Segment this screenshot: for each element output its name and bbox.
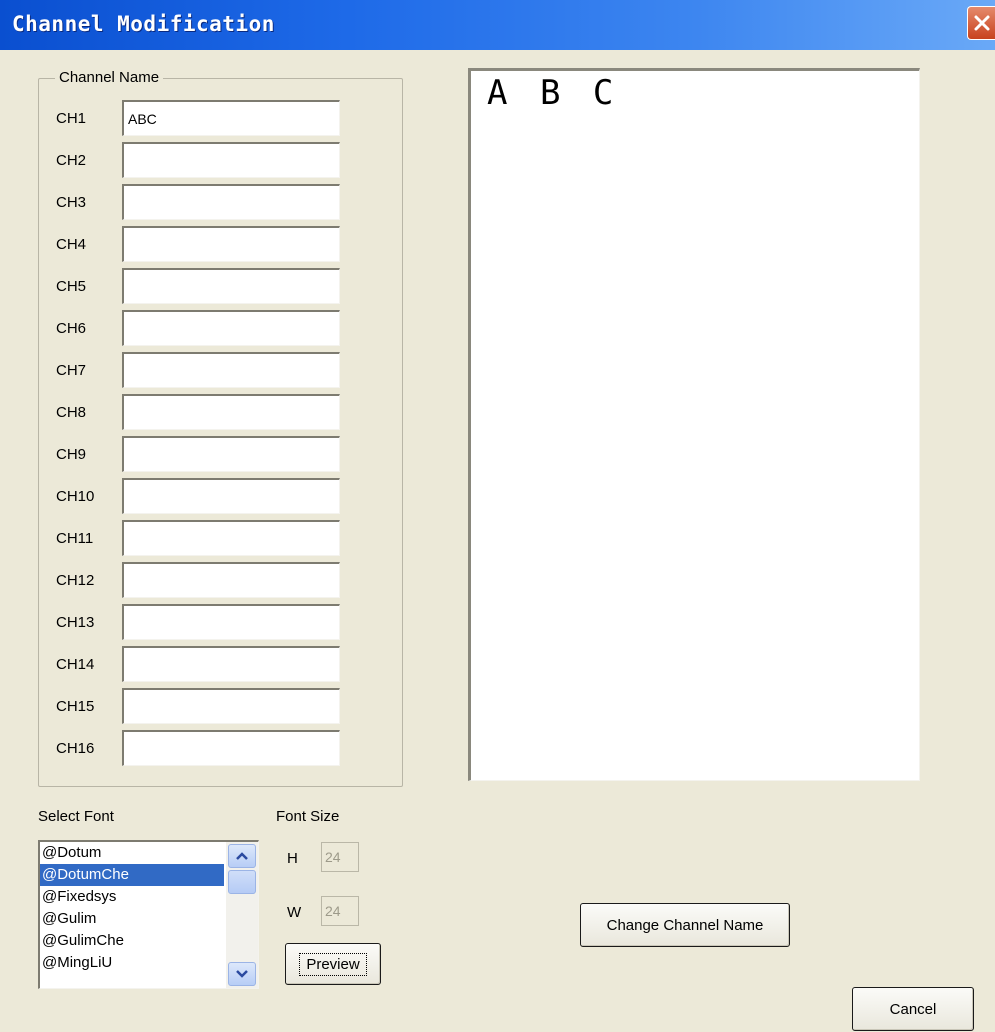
channel-label: CH1 xyxy=(56,110,87,127)
channel-10-input[interactable] xyxy=(122,478,340,514)
preview-button[interactable]: Preview xyxy=(285,943,381,985)
select-font-label: Select Font xyxy=(38,808,114,825)
preview-button-label: Preview xyxy=(299,952,367,976)
channel-label: CH14 xyxy=(56,656,95,673)
chevron-down-icon xyxy=(236,970,248,978)
window-title: Channel Modification xyxy=(12,12,275,36)
channel-5-input[interactable] xyxy=(122,268,340,304)
close-icon xyxy=(974,15,989,31)
channel-label: CH13 xyxy=(56,614,95,631)
channel-label: CH3 xyxy=(56,194,87,211)
channel-label: CH10 xyxy=(56,488,95,505)
font-list-item-selected[interactable]: @DotumChe xyxy=(40,864,224,886)
channel-14-input[interactable] xyxy=(122,646,340,682)
channel-label: CH5 xyxy=(56,278,87,295)
font-list-item[interactable]: @GulimChe xyxy=(40,930,224,952)
channel-2-input[interactable] xyxy=(122,142,340,178)
channel-11-input[interactable] xyxy=(122,520,340,556)
font-size-label: Font Size xyxy=(276,808,340,825)
change-channel-name-label: Change Channel Name xyxy=(606,916,764,934)
scroll-up-button[interactable] xyxy=(228,844,256,868)
channel-6-input[interactable] xyxy=(122,310,340,346)
width-label: W xyxy=(287,904,302,921)
chevron-up-icon xyxy=(236,852,248,860)
channel-15-input[interactable] xyxy=(122,688,340,724)
title-bar: Channel Modification xyxy=(0,0,995,50)
change-channel-name-button[interactable]: Change Channel Name xyxy=(580,903,790,947)
font-list-item[interactable]: @Dotum xyxy=(40,842,224,864)
channel-4-input[interactable] xyxy=(122,226,340,262)
preview-text: A B C xyxy=(487,73,620,113)
channel-name-legend: Channel Name xyxy=(55,69,164,86)
font-preview-panel: A B C xyxy=(468,68,920,781)
channel-label: CH7 xyxy=(56,362,87,379)
channel-8-input[interactable] xyxy=(122,394,340,430)
scroll-thumb[interactable] xyxy=(228,870,256,894)
close-button[interactable] xyxy=(967,6,995,40)
channel-3-input[interactable] xyxy=(122,184,340,220)
channel-13-input[interactable] xyxy=(122,604,340,640)
channel-label: CH2 xyxy=(56,152,87,169)
font-list-item[interactable]: @Fixedsys xyxy=(40,886,224,908)
font-height-input[interactable]: 24 xyxy=(321,842,359,872)
font-list-scrollbar[interactable] xyxy=(226,842,258,988)
channel-7-input[interactable] xyxy=(122,352,340,388)
font-listbox[interactable]: @Dotum @DotumChe @Fixedsys @Gulim @Gulim… xyxy=(38,840,259,989)
channel-label: CH8 xyxy=(56,404,87,421)
cancel-button-label: Cancel xyxy=(889,1000,937,1018)
channel-label: CH12 xyxy=(56,572,95,589)
scroll-down-button[interactable] xyxy=(228,962,256,986)
channel-9-input[interactable] xyxy=(122,436,340,472)
channel-12-input[interactable] xyxy=(122,562,340,598)
font-list-item[interactable]: @MingLiU xyxy=(40,952,224,974)
channel-label: CH9 xyxy=(56,446,87,463)
channel-16-input[interactable] xyxy=(122,730,340,766)
channel-label: CH4 xyxy=(56,236,87,253)
cancel-button[interactable]: Cancel xyxy=(852,987,974,1031)
font-list-item[interactable]: @Gulim xyxy=(40,908,224,930)
channel-1-input[interactable]: ABC xyxy=(122,100,340,136)
height-label: H xyxy=(287,850,298,867)
channel-label: CH16 xyxy=(56,740,95,757)
channel-label: CH15 xyxy=(56,698,95,715)
font-width-input[interactable]: 24 xyxy=(321,896,359,926)
channel-label: CH6 xyxy=(56,320,87,337)
channel-label: CH11 xyxy=(56,530,94,547)
